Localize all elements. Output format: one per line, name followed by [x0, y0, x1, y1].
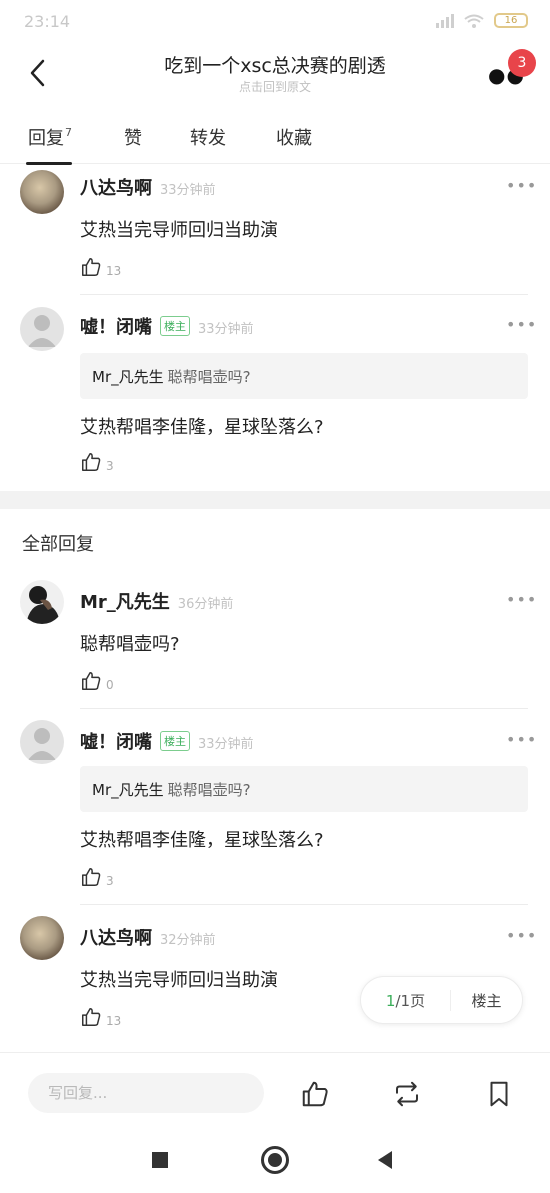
username-text: Mr_凡先生 — [80, 592, 170, 613]
like-count: 13 — [106, 264, 122, 278]
default-avatar-icon — [28, 315, 56, 347]
username[interactable]: 嘘！闭嘴 楼主 33分钟前 — [80, 313, 254, 339]
username-text: 八达鸟啊 — [80, 928, 152, 949]
total-pages: /1页 — [395, 991, 426, 1010]
avatar[interactable] — [20, 916, 64, 960]
tab-reposts[interactable]: 转发 — [190, 124, 226, 150]
reply-input[interactable] — [28, 1073, 264, 1113]
page-indicator-button[interactable]: 1/1页 — [361, 989, 451, 1011]
quoted-reply[interactable]: Mr_凡先生 聪帮唱壶吗? — [80, 766, 528, 812]
divider — [80, 294, 528, 295]
all-replies-heading: 全部回复 — [22, 534, 94, 555]
username[interactable]: 八达鸟啊 32分钟前 — [80, 924, 216, 950]
back-to-post-link[interactable]: 点击回到原文 — [0, 78, 550, 95]
username-text: 嘘！闭嘴 — [80, 317, 152, 338]
recents-button[interactable] — [152, 1152, 168, 1168]
wifi-icon — [464, 14, 484, 28]
like-icon[interactable] — [300, 1079, 330, 1109]
like-count: 0 — [106, 678, 114, 692]
section-separator — [0, 491, 550, 509]
status-bar: 23:14 16 — [0, 0, 550, 44]
like-button[interactable]: 13 — [80, 1006, 121, 1028]
status-time: 23:14 — [24, 12, 71, 31]
op-tag: 楼主 — [160, 731, 190, 751]
quote-user: Mr_凡先生 — [92, 781, 164, 799]
system-back-button[interactable] — [378, 1151, 392, 1169]
page-switcher: 1/1页 楼主 — [360, 976, 523, 1024]
reply-time: 33分钟前 — [198, 322, 254, 337]
repost-icon[interactable] — [392, 1079, 422, 1109]
like-count: 13 — [106, 1014, 122, 1028]
like-count: 3 — [106, 874, 114, 888]
more-options-icon[interactable]: ••• — [506, 926, 537, 945]
tab-replies-label: 回复 — [28, 128, 64, 149]
home-button[interactable] — [261, 1146, 289, 1174]
tab-replies[interactable]: 回复7 — [28, 124, 72, 150]
active-tab-indicator — [26, 162, 72, 165]
like-button[interactable]: 3 — [80, 451, 114, 473]
more-options-icon[interactable]: ••• — [506, 730, 537, 749]
like-icon — [82, 1008, 101, 1026]
quote-text: 聪帮唱壶吗? — [167, 368, 251, 386]
avatar[interactable] — [20, 580, 64, 624]
username-text: 嘘！闭嘴 — [80, 732, 152, 753]
signal-icon — [436, 13, 454, 28]
reply-content[interactable]: 艾热帮唱李佳隆，星球坠落么? — [80, 826, 324, 852]
tab-favorites[interactable]: 收藏 — [276, 124, 312, 150]
tab-bar: 回复7 赞 转发 收藏 — [0, 112, 550, 165]
divider — [80, 708, 528, 709]
like-icon — [82, 258, 101, 276]
default-avatar-icon — [28, 728, 56, 760]
op-tag: 楼主 — [160, 316, 190, 336]
bottom-action-bar — [0, 1052, 550, 1130]
notification-badge[interactable]: 3 — [508, 49, 536, 77]
username[interactable]: 八达鸟啊 33分钟前 — [80, 174, 216, 200]
like-icon — [82, 672, 101, 690]
reply-time: 33分钟前 — [160, 183, 216, 198]
tab-replies-count: 7 — [65, 126, 72, 139]
reply-content[interactable]: 艾热帮唱李佳隆，星球坠落么? — [80, 413, 324, 439]
reply-content[interactable]: 聪帮唱壶吗? — [80, 630, 180, 656]
battery-icon: 16 — [494, 13, 528, 28]
tab-likes[interactable]: 赞 — [124, 124, 142, 150]
reply-content[interactable]: 艾热当完导师回归当助演 — [80, 216, 278, 242]
reply-content[interactable]: 艾热当完导师回归当助演 — [80, 966, 278, 992]
more-options-icon[interactable]: ••• — [506, 590, 537, 609]
op-only-button[interactable]: 楼主 — [451, 990, 522, 1011]
like-button[interactable]: 13 — [80, 256, 121, 278]
bookmark-icon[interactable] — [484, 1079, 514, 1109]
reply-time: 32分钟前 — [160, 933, 216, 948]
avatar[interactable] — [20, 170, 64, 214]
like-count: 3 — [106, 459, 114, 473]
like-button[interactable]: 0 — [80, 670, 114, 692]
quote-text: 聪帮唱壶吗? — [167, 781, 251, 799]
like-button[interactable]: 3 — [80, 866, 114, 888]
status-icons: 16 — [436, 13, 528, 28]
system-nav-bar — [0, 1130, 550, 1193]
user-photo-icon — [26, 586, 60, 624]
avatar[interactable] — [20, 307, 64, 351]
more-options-icon[interactable]: ••• — [506, 315, 537, 334]
like-icon — [82, 868, 101, 886]
quoted-reply[interactable]: Mr_凡先生 聪帮唱壶吗? — [80, 353, 528, 399]
username-text: 八达鸟啊 — [80, 178, 152, 199]
avatar[interactable] — [20, 720, 64, 764]
username[interactable]: Mr_凡先生 36分钟前 — [80, 588, 233, 614]
quote-user: Mr_凡先生 — [92, 368, 164, 386]
username[interactable]: 嘘！闭嘴 楼主 33分钟前 — [80, 728, 254, 754]
divider — [80, 904, 528, 905]
header: 吃到一个xsc总决赛的剧透 点击回到原文 ●● 3 — [0, 44, 550, 102]
like-icon — [82, 453, 101, 471]
page-title[interactable]: 吃到一个xsc总决赛的剧透 — [0, 51, 550, 78]
reply-time: 33分钟前 — [198, 737, 254, 752]
reply-time: 36分钟前 — [177, 597, 234, 612]
more-options-icon[interactable]: ••• — [506, 176, 537, 195]
